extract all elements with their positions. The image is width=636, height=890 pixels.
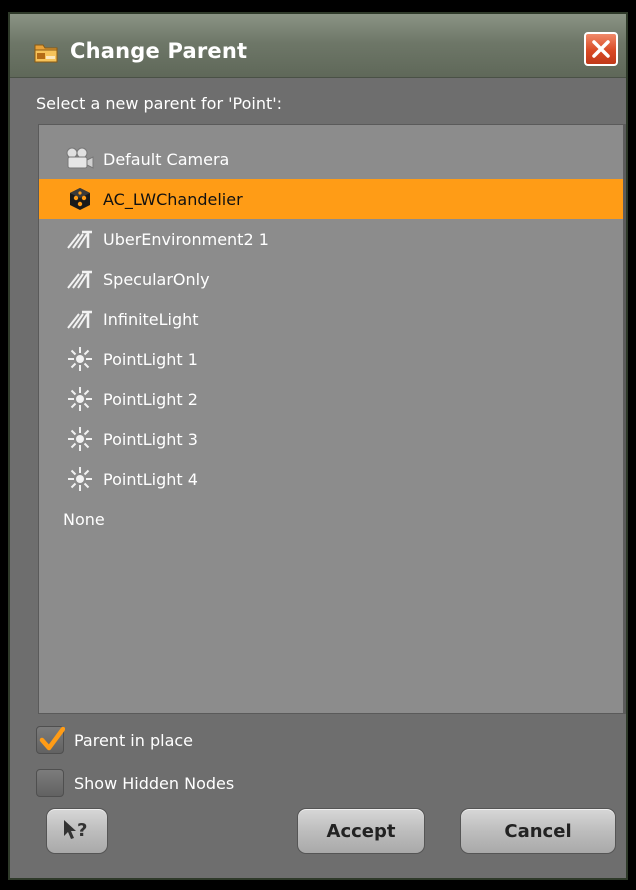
folder-app-icon bbox=[34, 42, 58, 64]
list-item-default-camera[interactable]: Default Camera bbox=[39, 139, 623, 179]
show-hidden-nodes-option[interactable]: Show Hidden Nodes bbox=[36, 765, 234, 801]
prompt-label: Select a new parent for 'Point': bbox=[36, 94, 283, 113]
list-item-pointlight-3[interactable]: PointLight 3 bbox=[39, 419, 623, 459]
list-item-label: SpecularOnly bbox=[103, 269, 210, 289]
list-item-uberenvironment2-1[interactable]: UberEnvironment2 1 bbox=[39, 219, 623, 259]
parent-in-place-checkbox[interactable] bbox=[36, 726, 65, 754]
distant-light-icon bbox=[63, 305, 97, 333]
camera-icon bbox=[63, 145, 97, 173]
svg-text:?: ? bbox=[77, 820, 87, 841]
list-item-label: UberEnvironment2 1 bbox=[103, 229, 269, 249]
title-bar[interactable]: Change Parent bbox=[10, 14, 626, 78]
parent-list[interactable]: Default Camera AC_LWChandelier UberEnvir… bbox=[38, 124, 626, 714]
dialog-title: Change Parent bbox=[70, 39, 248, 63]
change-parent-dialog: Change Parent Select a new parent for 'P… bbox=[8, 12, 628, 880]
distant-light-icon bbox=[63, 265, 97, 293]
parent-in-place-option[interactable]: Parent in place bbox=[36, 722, 193, 758]
help-pointer-icon: ? bbox=[60, 816, 94, 847]
point-light-icon bbox=[63, 385, 97, 413]
show-hidden-nodes-checkbox[interactable] bbox=[36, 769, 64, 797]
list-item-specularonly[interactable]: SpecularOnly bbox=[39, 259, 623, 299]
show-hidden-nodes-label: Show Hidden Nodes bbox=[74, 773, 235, 793]
accept-button[interactable]: Accept bbox=[297, 808, 425, 854]
list-item-label: AC_LWChandelier bbox=[103, 189, 243, 209]
list-item-pointlight-2[interactable]: PointLight 2 bbox=[39, 379, 623, 419]
list-item-pointlight-1[interactable]: PointLight 1 bbox=[39, 339, 623, 379]
list-item-none[interactable]: None bbox=[39, 499, 623, 539]
close-button[interactable] bbox=[584, 32, 618, 66]
list-item-label: InfiniteLight bbox=[103, 309, 199, 329]
list-item-label: Default Camera bbox=[103, 149, 230, 169]
point-light-icon bbox=[63, 465, 97, 493]
list-item-label: PointLight 1 bbox=[103, 349, 198, 369]
point-light-icon bbox=[63, 425, 97, 453]
cancel-button[interactable]: Cancel bbox=[460, 808, 616, 854]
help-button[interactable]: ? bbox=[46, 808, 108, 854]
list-item-ac-lwchandelier[interactable]: AC_LWChandelier bbox=[39, 179, 623, 219]
figure-cube-icon bbox=[63, 185, 97, 213]
list-item-infinitelight[interactable]: InfiniteLight bbox=[39, 299, 623, 339]
list-item-pointlight-4[interactable]: PointLight 4 bbox=[39, 459, 623, 499]
list-item-label: None bbox=[63, 509, 105, 529]
distant-light-icon bbox=[63, 225, 97, 253]
parent-in-place-label: Parent in place bbox=[74, 730, 194, 750]
list-item-label: PointLight 3 bbox=[103, 429, 198, 449]
list-item-label: PointLight 4 bbox=[103, 469, 198, 489]
point-light-icon bbox=[63, 345, 97, 373]
list-item-label: PointLight 2 bbox=[103, 389, 198, 409]
